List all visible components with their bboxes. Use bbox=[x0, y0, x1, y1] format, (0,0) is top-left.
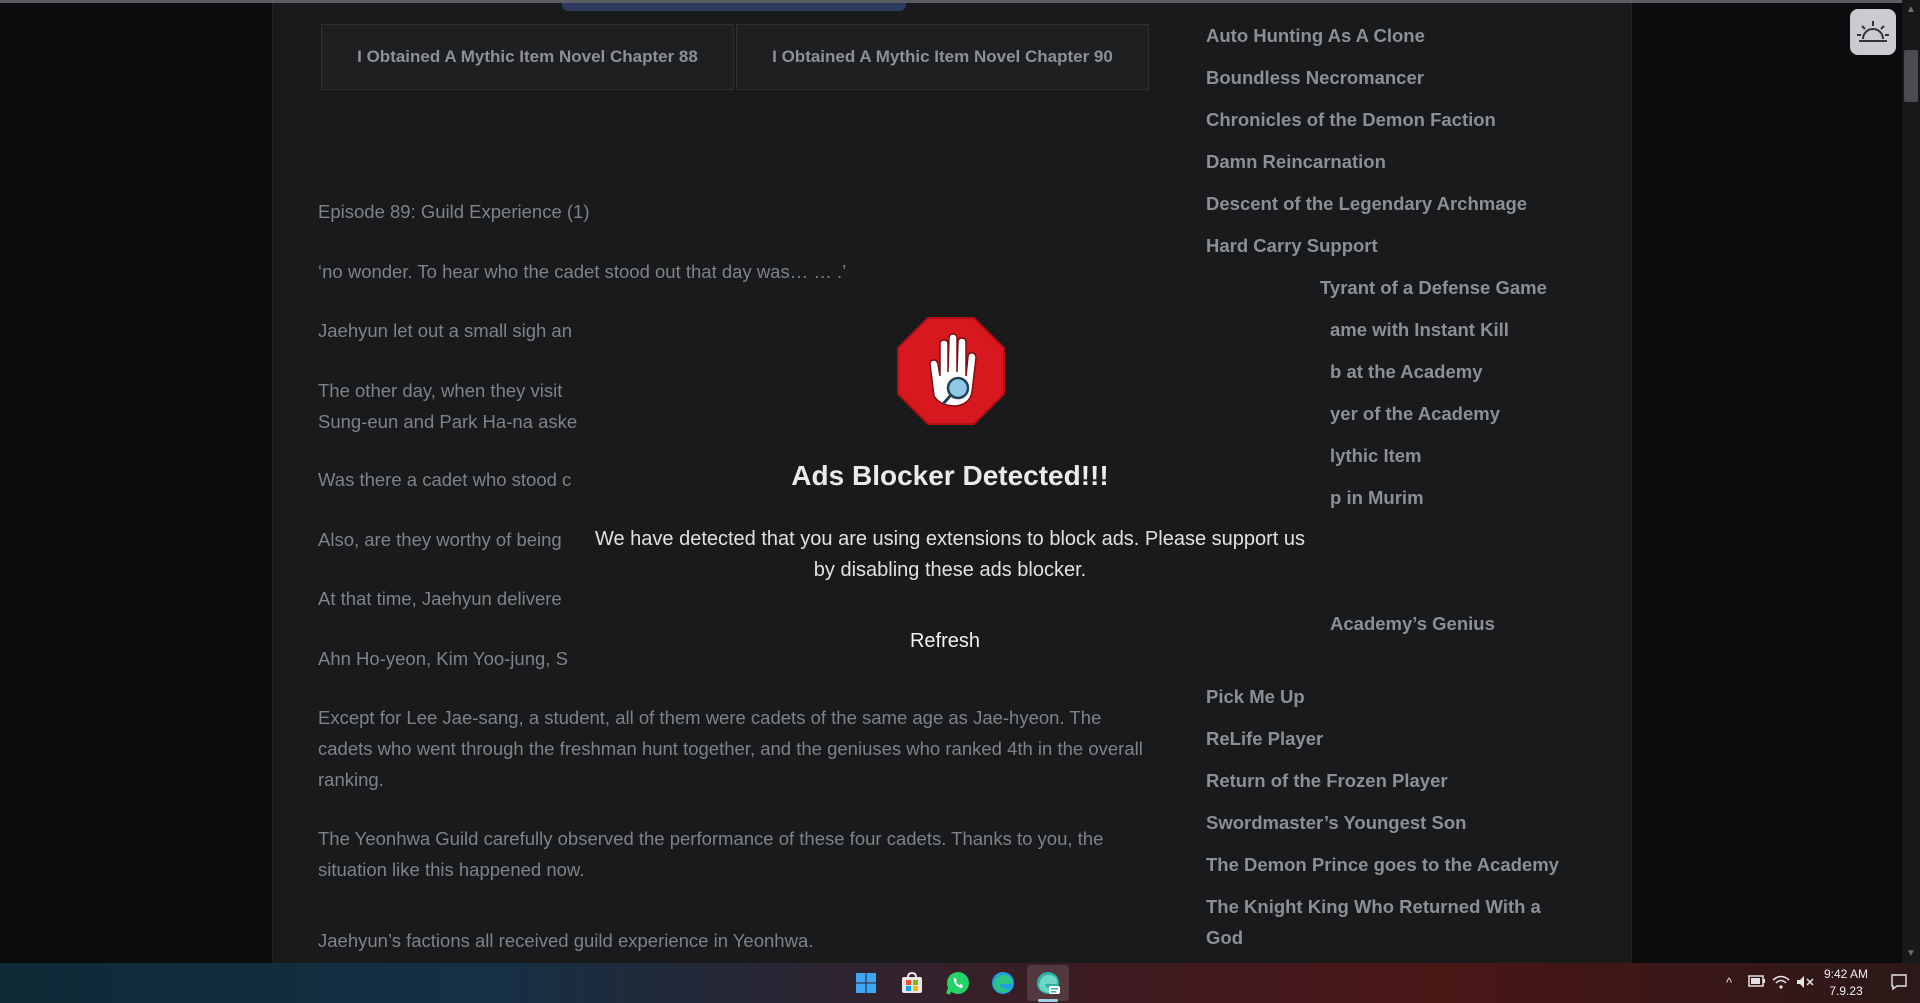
sidebar-novel-link[interactable]: Damn Reincarnation bbox=[1206, 146, 1566, 177]
theme-toggle-button[interactable] bbox=[1850, 9, 1896, 55]
windows-start-icon[interactable] bbox=[852, 969, 880, 997]
paragraph: Jaehyun’s factions all received guild ex… bbox=[318, 930, 814, 951]
sidebar-novel-link[interactable]: Hard Carry Support bbox=[1206, 230, 1566, 261]
active-app-indicator bbox=[1038, 999, 1058, 1002]
sidebar-novel-link[interactable]: Boundless Necromancer bbox=[1206, 62, 1566, 93]
scrollbar[interactable] bbox=[1902, 0, 1920, 963]
microsoft-store-icon[interactable] bbox=[898, 969, 926, 997]
sidebar-novel-link[interactable]: ReLife Player bbox=[1206, 723, 1566, 754]
edge-icon[interactable] bbox=[989, 969, 1017, 997]
sidebar-novel-link[interactable]: Tyrant of a Defense Game bbox=[1320, 272, 1680, 303]
sidebar-novel-link[interactable]: Return of the Frozen Player bbox=[1206, 765, 1566, 796]
top-menu-tab[interactable] bbox=[562, 3, 906, 11]
chevron-up-icon[interactable]: ^ bbox=[1726, 975, 1732, 990]
edge-active-icon[interactable] bbox=[1034, 969, 1062, 997]
prev-chapter-button[interactable]: I Obtained A Mythic Item Novel Chapter 8… bbox=[321, 24, 734, 90]
whatsapp-icon[interactable] bbox=[944, 969, 972, 997]
sidebar-novel-link[interactable]: ame with Instant Kill bbox=[1330, 314, 1690, 345]
next-chapter-button[interactable]: I Obtained A Mythic Item Novel Chapter 9… bbox=[736, 24, 1149, 90]
stop-hand-icon bbox=[897, 317, 1005, 425]
sidebar-novel-link[interactable]: The Knight King Who Returned With a God bbox=[1206, 891, 1546, 953]
taskbar: ^ 9:42 AM 7.9.23 bbox=[0, 963, 1920, 1003]
sidebar-novel-link[interactable]: Descent of the Legendary Archmage bbox=[1206, 188, 1566, 219]
clock-time: 9:42 AM bbox=[1823, 967, 1869, 981]
paragraph: ‘no wonder. To hear who the cadet stood … bbox=[318, 261, 847, 282]
sidebar-novel-link[interactable]: Pick Me Up bbox=[1206, 681, 1566, 712]
sidebar-novel-link[interactable]: lythic Item bbox=[1330, 440, 1690, 471]
sidebar-novel-link[interactable]: The Demon Prince goes to the Academy bbox=[1206, 849, 1566, 880]
sidebar-novel-link[interactable]: yer of the Academy bbox=[1330, 398, 1690, 429]
system-clock[interactable]: 9:42 AM 7.9.23 bbox=[1810, 966, 1882, 1000]
browser-page: I Obtained A Mythic Item Novel Chapter 8… bbox=[0, 0, 1920, 963]
sidebar-novel-link[interactable]: p in Murim bbox=[1330, 482, 1690, 513]
scroll-up-icon[interactable]: ▲ bbox=[1904, 4, 1918, 16]
modal-message: We have detected that you are using exte… bbox=[594, 528, 1306, 581]
scroll-thumb[interactable] bbox=[1904, 50, 1918, 102]
sidebar-novel-link[interactable]: Auto Hunting As A Clone bbox=[1206, 20, 1566, 51]
sidebar-novel-link[interactable]: Swordmaster’s Youngest Son bbox=[1206, 807, 1566, 838]
sidebar-novel-link[interactable]: Chronicles of the Demon Faction bbox=[1206, 104, 1566, 135]
paragraph: Except for Lee Jae-sang, a student, all … bbox=[318, 707, 1143, 790]
refresh-button[interactable]: Refresh bbox=[890, 630, 1000, 653]
modal-title: Ads Blocker Detected!!! bbox=[791, 460, 1109, 491]
paragraph: The Yeonhwa Guild carefully observed the… bbox=[318, 828, 1104, 880]
clock-date: 7.9.23 bbox=[1829, 984, 1863, 998]
sidebar-novel-link[interactable]: b at the Academy bbox=[1330, 356, 1690, 387]
episode-title: Episode 89: Guild Experience (1) bbox=[318, 201, 590, 222]
adblock-modal: Ads Blocker Detected!!! We have detected… bbox=[590, 300, 1310, 680]
scroll-down-icon[interactable]: ▼ bbox=[1904, 948, 1918, 960]
sun-icon bbox=[1857, 21, 1889, 42]
sidebar-novel-link[interactable]: Academy’s Genius bbox=[1330, 608, 1690, 639]
notification-icon[interactable] bbox=[1890, 973, 1908, 994]
wifi-icon[interactable] bbox=[1772, 975, 1790, 992]
battery-icon[interactable] bbox=[1748, 975, 1766, 990]
